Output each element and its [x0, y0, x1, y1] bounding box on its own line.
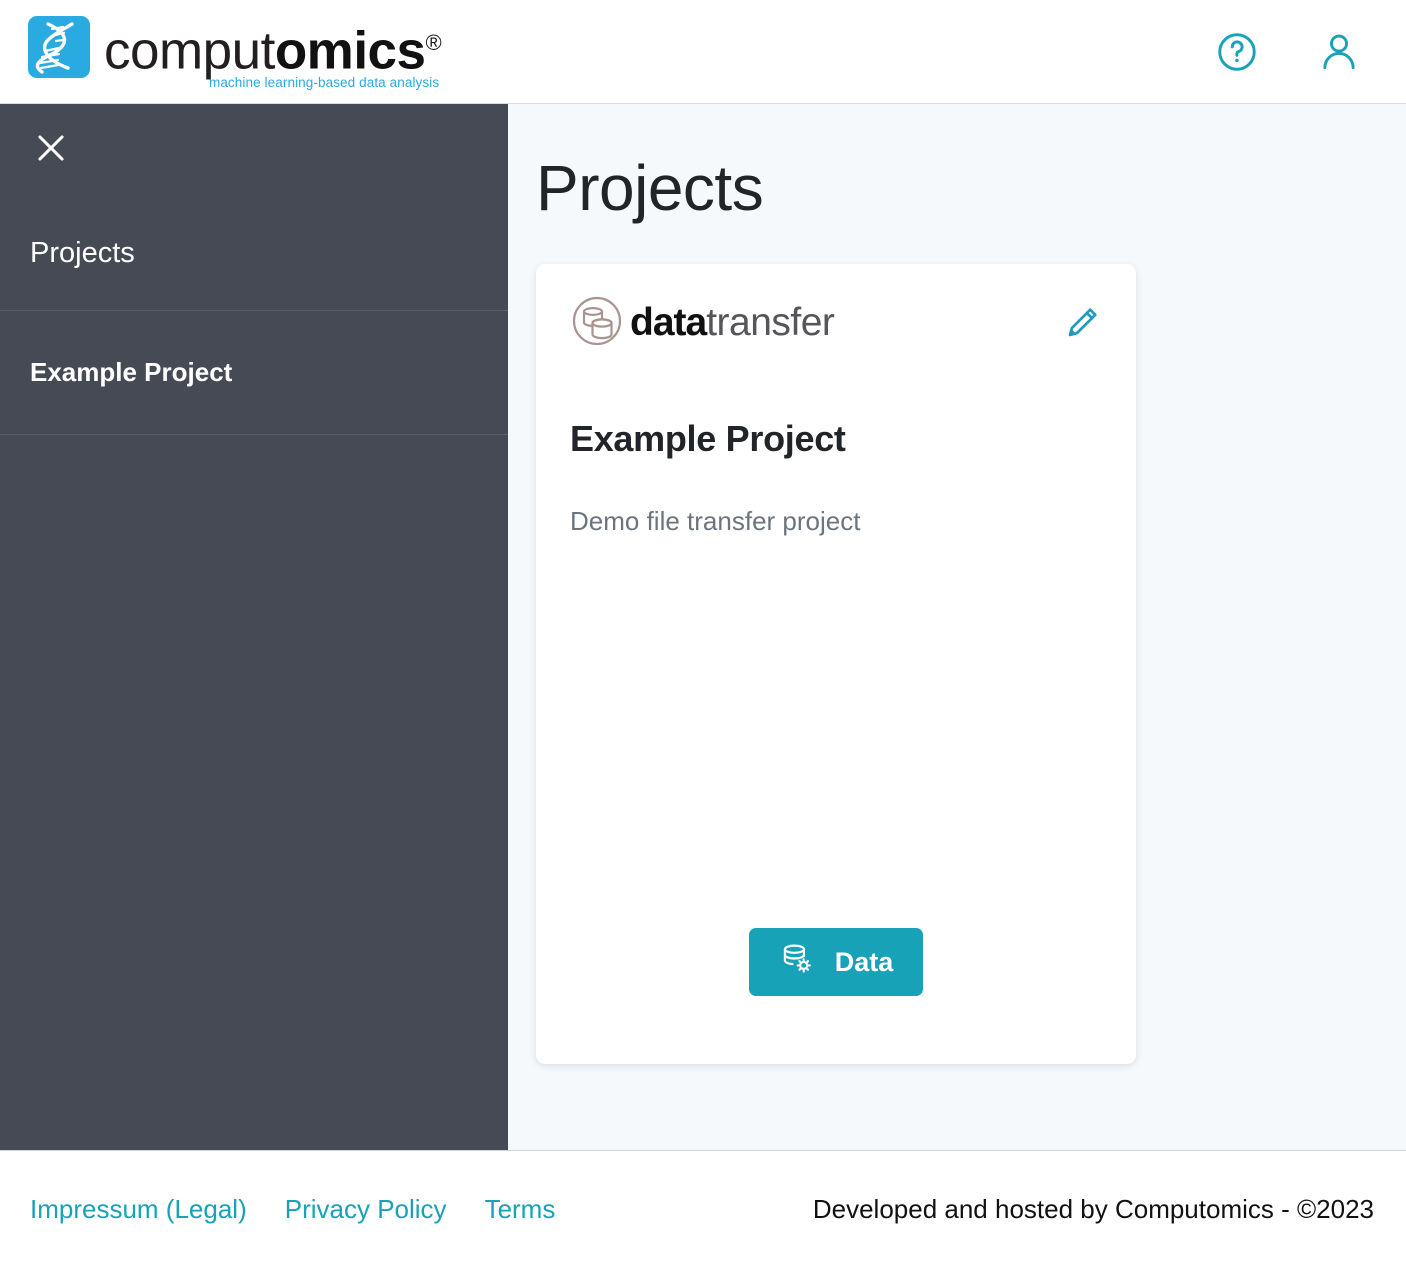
- footer-link-impressum[interactable]: Impressum (Legal): [30, 1194, 247, 1225]
- footer-links: Impressum (Legal) Privacy Policy Terms: [30, 1194, 555, 1225]
- app-header: computomics® machine learning-based data…: [0, 0, 1406, 104]
- sidebar: Projects Example Project: [0, 104, 508, 1150]
- brand-logo[interactable]: computomics® machine learning-based data…: [28, 13, 442, 91]
- header-actions: [1214, 29, 1370, 75]
- datatransfer-word-light: transfer: [706, 301, 835, 344]
- datatransfer-word-bold: data: [630, 301, 707, 344]
- footer-link-privacy-policy[interactable]: Privacy Policy: [285, 1194, 447, 1225]
- sidebar-close-button[interactable]: [0, 104, 508, 196]
- sidebar-empty-area: [0, 434, 508, 1150]
- help-circle-icon[interactable]: [1214, 29, 1260, 75]
- card-spacer: [570, 537, 1102, 928]
- brand-name: computomics®: [104, 15, 442, 81]
- database-circle-icon: [570, 294, 624, 353]
- sidebar-item-example-project[interactable]: Example Project: [0, 310, 508, 434]
- footer-link-terms[interactable]: Terms: [485, 1194, 556, 1225]
- brand-wordmark: computomics® machine learning-based data…: [104, 13, 442, 91]
- project-card-actions: Data: [570, 928, 1102, 1030]
- datatransfer-logo: datatransfer: [570, 294, 835, 353]
- dna-helix-icon: [28, 15, 90, 78]
- project-card-description: Demo file transfer project: [570, 506, 861, 536]
- project-card-title: Example Project: [570, 418, 846, 459]
- sidebar-item-projects[interactable]: Projects: [0, 196, 508, 310]
- sidebar-item-label: Projects: [30, 236, 135, 269]
- data-button-label: Data: [834, 946, 894, 977]
- sidebar-item-label: Example Project: [30, 357, 233, 387]
- data-button[interactable]: Data: [748, 928, 924, 996]
- close-icon: [32, 129, 70, 172]
- project-card: datatransfer Example Project Demo file t…: [536, 264, 1136, 1064]
- app-root: computomics® machine learning-based data…: [0, 0, 1406, 1268]
- app-footer: Impressum (Legal) Privacy Policy Terms D…: [0, 1150, 1406, 1268]
- app-body: Projects Example Project Projects datatr…: [0, 104, 1406, 1150]
- registered-mark: ®: [425, 29, 442, 55]
- datatransfer-wordmark: datatransfer: [630, 301, 835, 344]
- user-account-icon[interactable]: [1316, 29, 1362, 75]
- database-gear-icon: [779, 941, 815, 984]
- footer-credit: Developed and hosted by Computomics - ©2…: [812, 1194, 1374, 1224]
- main-content: Projects datatransfer Example Project De…: [508, 104, 1406, 1150]
- project-card-header: datatransfer: [570, 294, 1102, 352]
- page-title: Projects: [536, 152, 764, 224]
- pencil-edit-icon[interactable]: [1062, 303, 1102, 343]
- brand-name-strong: omics: [274, 21, 426, 81]
- brand-name-thin: comput: [104, 21, 275, 81]
